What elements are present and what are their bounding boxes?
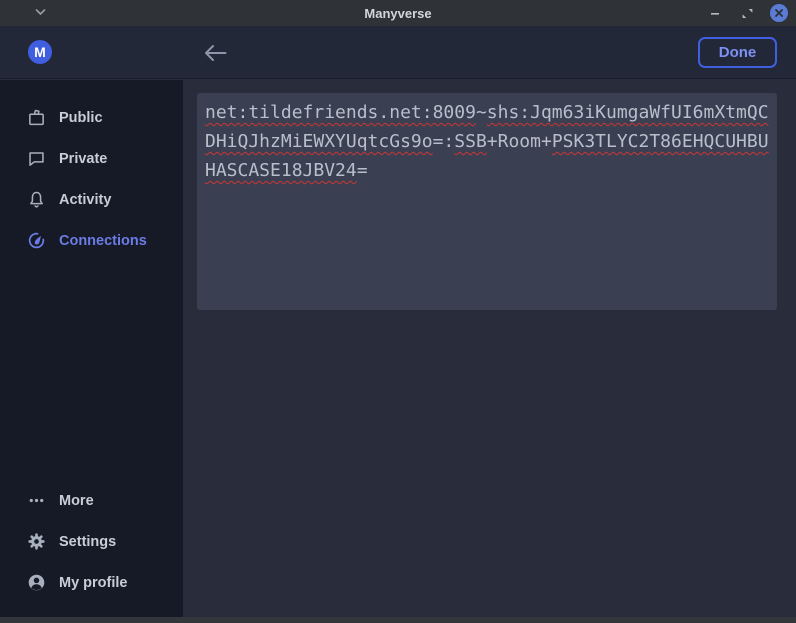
sidebar-item-public[interactable]: Public [0,97,183,138]
window-title: Manyverse [0,6,796,21]
sidebar-item-activity[interactable]: Activity [0,179,183,220]
account-circle-icon [27,573,46,592]
restore-button[interactable] [738,4,756,22]
manyverse-logo-icon: M [28,40,52,64]
invite-code-input[interactable]: net:tildefriends.net:8009~shs:Jqm63iKumg… [197,93,777,310]
sidebar-item-label: Private [59,151,107,167]
back-button[interactable] [202,42,228,64]
minimize-button[interactable] [706,4,724,22]
invite-code-segment: +Room+ [487,131,552,152]
sidebar-item-private[interactable]: Private [0,138,183,179]
window-frame-bottom [0,617,796,623]
close-button[interactable] [770,4,788,22]
sidebar-item-connections[interactable]: Connections [0,220,183,261]
invite-code-segment: =: [433,131,455,152]
invite-code-segment: PSK3TLYC2T86EHQCUHBU [552,131,769,152]
sidebar-item-label: More [59,493,94,509]
sidebar-item-label: Activity [59,192,111,208]
bell-icon [27,190,46,209]
dots-horizontal-icon [27,491,46,510]
gear-icon [27,532,46,551]
connections-icon [27,231,46,250]
invite-code-segment: = [357,160,368,181]
done-button[interactable]: Done [698,37,777,68]
invite-code-segment: DHiQJhzMiEWXYUqtcGs9o [205,131,433,152]
sidebar-item-my-profile[interactable]: My profile [0,562,183,603]
invite-code-segment: ~ [476,102,487,123]
sidebar-item-more[interactable]: More [0,480,183,521]
bulletin-board-icon [27,108,46,127]
app-header: M Done [0,26,796,79]
sidebar-item-label: Public [59,110,103,126]
arrow-left-icon [204,44,227,62]
invite-code-segment: SSB [454,131,487,152]
sidebar-item-label: Connections [59,233,147,249]
window-titlebar: Manyverse [0,0,796,26]
chevron-down-icon[interactable] [32,4,48,20]
sidebar-item-label: My profile [59,575,127,591]
sidebar-item-label: Settings [59,534,116,550]
invite-code-segment: shs:Jqm63iKumgaWfUI6mXtmQC [487,102,769,123]
invite-code-segment: net:tildefriends.net:8009 [205,102,476,123]
sidebar-item-settings[interactable]: Settings [0,521,183,562]
sidebar: Public Private Activity Connections [0,80,183,617]
message-icon [27,149,46,168]
invite-code-segment: HASCASE18JBV24 [205,160,357,181]
